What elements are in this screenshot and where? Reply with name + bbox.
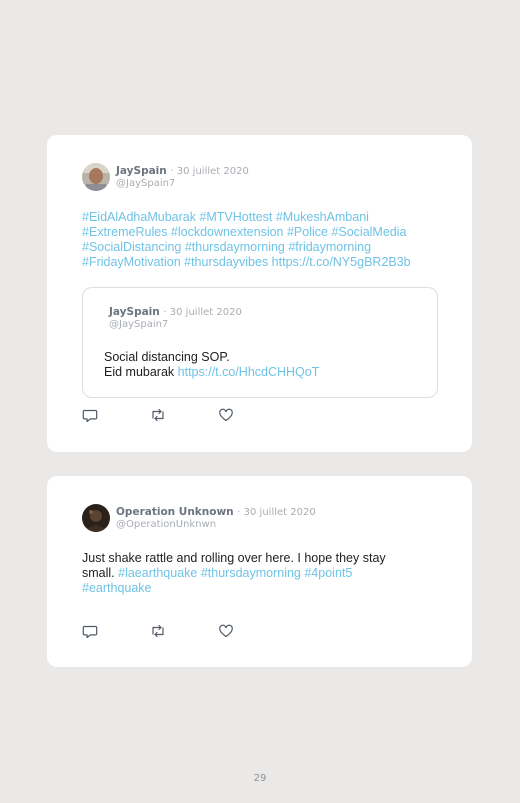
- tweet-actions: [82, 623, 282, 639]
- tweet-line: Just shake rattle and rolling over here.…: [82, 551, 386, 565]
- author-name[interactable]: JaySpain · 30 juillet 2020: [116, 165, 249, 177]
- tweet-text: Just shake rattle and rolling over here.…: [82, 551, 386, 596]
- hashtags[interactable]: #laearthquake #thursdaymorning #4point5: [118, 566, 352, 580]
- like-icon[interactable]: [218, 407, 234, 423]
- tweet-hashtags: #EidAlAdhaMubarak #MTVHottest #MukeshAmb…: [82, 210, 411, 270]
- tweet-card-2: Operation Unknown · 30 juillet 2020 @Ope…: [47, 476, 472, 667]
- tweet-actions: [82, 407, 282, 423]
- quote-link[interactable]: https://t.co/HhcdCHHQoT: [178, 365, 320, 379]
- quote-text: Social distancing SOP. Eid mubarak https…: [104, 350, 319, 380]
- tweet-date: · 30 juillet 2020: [170, 166, 249, 177]
- tweet-date: · 30 juillet 2020: [237, 507, 316, 518]
- quote-author-name[interactable]: JaySpain · 30 juillet 2020: [109, 306, 242, 318]
- hashtags[interactable]: #earthquake: [82, 581, 386, 596]
- hashtag-line[interactable]: #SocialDistancing #thursdaymorning #frid…: [82, 240, 411, 255]
- hashtag-line[interactable]: #EidAlAdhaMubarak #MTVHottest #MukeshAmb…: [82, 210, 411, 225]
- like-icon[interactable]: [218, 623, 234, 639]
- author-handle[interactable]: @JaySpain7: [116, 178, 175, 189]
- avatar[interactable]: [82, 504, 110, 532]
- quoted-tweet[interactable]: JaySpain · 30 juillet 2020 @JaySpain7 So…: [82, 287, 438, 398]
- author-handle[interactable]: @OperationUnknwn: [116, 519, 216, 530]
- quote-line: Social distancing SOP.: [104, 350, 230, 364]
- hashtag-line[interactable]: #ExtremeRules #lockdownextension #Police…: [82, 225, 411, 240]
- avatar[interactable]: [82, 163, 110, 191]
- tweet-card-1: JaySpain · 30 juillet 2020 @JaySpain7 #E…: [47, 135, 472, 452]
- retweet-icon[interactable]: [150, 623, 166, 639]
- reply-icon[interactable]: [82, 407, 98, 423]
- quote-date: · 30 juillet 2020: [163, 307, 242, 318]
- quote-line: Eid mubarak https://t.co/HhcdCHHQoT: [104, 365, 320, 379]
- author-name[interactable]: Operation Unknown · 30 juillet 2020: [116, 506, 316, 518]
- hashtag-line[interactable]: #FridayMotivation #thursdayvibes https:/…: [82, 255, 411, 270]
- quote-author-handle[interactable]: @JaySpain7: [109, 319, 168, 330]
- page-number: 29: [253, 773, 267, 784]
- retweet-icon[interactable]: [150, 407, 166, 423]
- tweet-line: small. #laearthquake #thursdaymorning #4…: [82, 566, 353, 580]
- reply-icon[interactable]: [82, 623, 98, 639]
